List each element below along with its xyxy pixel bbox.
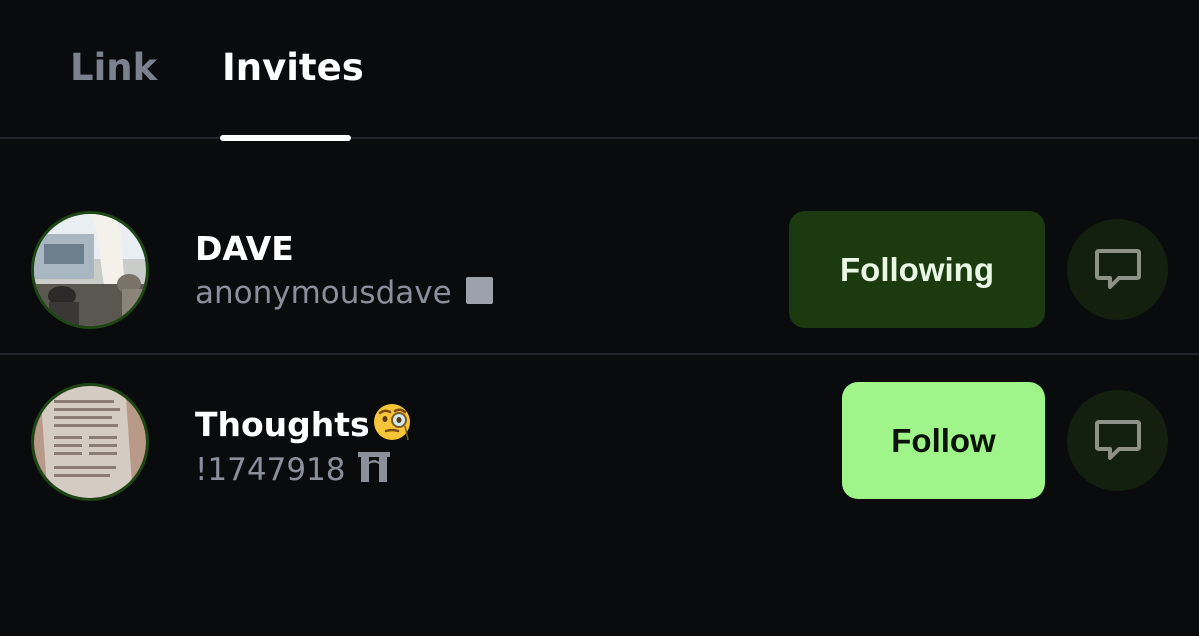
square-badge-icon	[465, 277, 493, 304]
message-button[interactable]	[1067, 219, 1168, 320]
tab-link[interactable]: Link	[70, 44, 157, 92]
tab-bar: Link Invites	[0, 0, 1199, 141]
room-photo-avatar-image	[34, 214, 146, 326]
avatar[interactable]	[31, 383, 149, 501]
chat-bubble-icon	[1094, 419, 1141, 460]
user-row: DAVE anonymousdave Following	[0, 141, 1199, 355]
avatar[interactable]	[31, 211, 149, 329]
book-page-avatar-image	[34, 386, 146, 498]
follow-button[interactable]: Follow	[842, 382, 1045, 499]
face-with-monocle-icon	[372, 402, 412, 451]
user-handle: !1747918	[195, 450, 390, 492]
user-display-name: DAVE	[195, 229, 294, 268]
chat-bubble-icon	[1094, 248, 1141, 289]
user-row: Thoughts !1747918 Follow	[0, 355, 1199, 525]
gate-icon	[357, 452, 390, 492]
following-button[interactable]: Following	[789, 211, 1045, 328]
user-handle: anonymousdave	[195, 273, 493, 313]
tab-invites[interactable]: Invites	[222, 44, 364, 92]
user-display-name: Thoughts	[195, 402, 412, 451]
invites-screen: Link Invites DAVE anonymousdave Followin…	[0, 0, 1199, 636]
message-button[interactable]	[1067, 390, 1168, 491]
